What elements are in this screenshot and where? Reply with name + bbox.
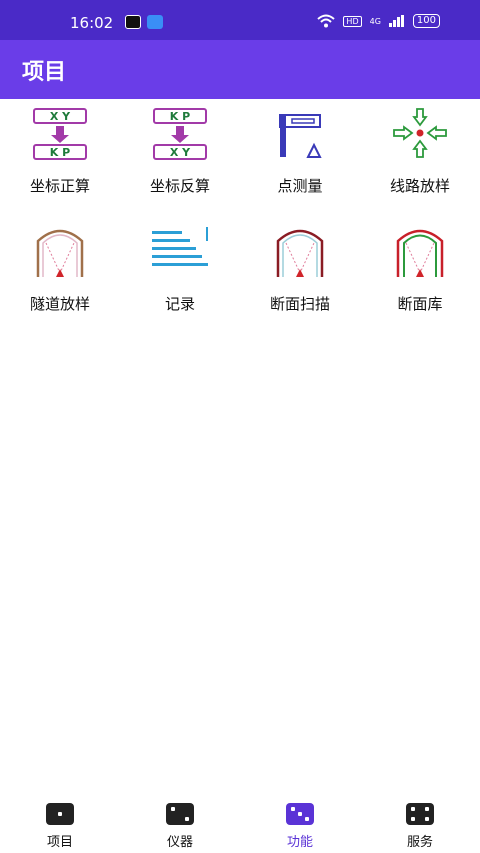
svg-text:X Y: X Y bbox=[50, 110, 71, 123]
signal-icon bbox=[388, 15, 404, 27]
die-three-icon bbox=[286, 803, 314, 825]
coordinate-inverse-icon: K P X Y bbox=[153, 108, 207, 160]
status-time: 16:02 bbox=[70, 14, 114, 32]
svg-text:K P: K P bbox=[50, 146, 70, 159]
tile-label: 断面扫描 bbox=[269, 295, 330, 313]
nav-item-project[interactable]: 项目 bbox=[0, 803, 120, 850]
tile-label: 隧道放样 bbox=[29, 295, 90, 313]
tile-section-library[interactable]: 断面库 bbox=[360, 223, 480, 323]
die-four-icon bbox=[406, 803, 434, 825]
svg-text:X Y: X Y bbox=[170, 146, 191, 159]
tile-label: 断面库 bbox=[397, 295, 443, 313]
nav-item-function[interactable]: 功能 bbox=[240, 803, 360, 850]
tiktok-icon bbox=[125, 15, 141, 29]
tile-label: 线路放样 bbox=[389, 177, 450, 195]
network-type: 4G bbox=[369, 16, 381, 26]
hd-badge: HD bbox=[343, 15, 362, 27]
section-scan-icon bbox=[276, 229, 324, 277]
tile-label: 记录 bbox=[164, 295, 195, 313]
tile-section-scan[interactable]: 断面扫描 bbox=[240, 223, 360, 323]
tile-label: 坐标反算 bbox=[149, 177, 210, 195]
nav-label: 仪器 bbox=[166, 835, 193, 850]
nav-label: 功能 bbox=[286, 835, 313, 850]
tile-route-stakeout[interactable]: 线路放样 bbox=[360, 105, 480, 205]
point-survey-icon bbox=[279, 114, 322, 158]
tile-tunnel-stakeout[interactable]: 隧道放样 bbox=[0, 223, 120, 323]
bottom-navigation: 项目 仪器 功能 服务 bbox=[0, 795, 480, 853]
coordinate-forward-icon: X Y K P bbox=[33, 108, 87, 160]
tunnel-stakeout-icon bbox=[36, 229, 84, 277]
status-bar: 16:02 HD 4G 100 bbox=[0, 0, 480, 40]
nav-item-service[interactable]: 服务 bbox=[360, 803, 480, 850]
nav-label: 项目 bbox=[46, 835, 73, 850]
nav-item-instrument[interactable]: 仪器 bbox=[120, 803, 240, 850]
die-one-icon bbox=[46, 803, 74, 825]
record-icon bbox=[152, 227, 208, 266]
section-library-icon bbox=[396, 229, 444, 277]
die-two-icon bbox=[166, 803, 194, 825]
page-title: 项目 bbox=[22, 60, 67, 85]
route-stakeout-icon bbox=[393, 108, 447, 158]
tile-coordinate-forward[interactable]: X Y K P 坐标正算 bbox=[0, 105, 120, 205]
battery-indicator: 100 bbox=[412, 14, 440, 28]
svg-text:K P: K P bbox=[170, 110, 190, 123]
app-bar: 项目 bbox=[0, 40, 480, 99]
tile-record[interactable]: 记录 bbox=[120, 223, 240, 323]
chat-app-icon bbox=[147, 15, 163, 29]
tile-coordinate-inverse[interactable]: K P X Y 坐标反算 bbox=[120, 105, 240, 205]
wifi-icon bbox=[317, 14, 336, 28]
tile-point-survey[interactable]: 点测量 bbox=[240, 105, 360, 205]
tile-label: 点测量 bbox=[277, 177, 323, 195]
tile-label: 坐标正算 bbox=[29, 177, 90, 195]
nav-label: 服务 bbox=[406, 835, 433, 850]
